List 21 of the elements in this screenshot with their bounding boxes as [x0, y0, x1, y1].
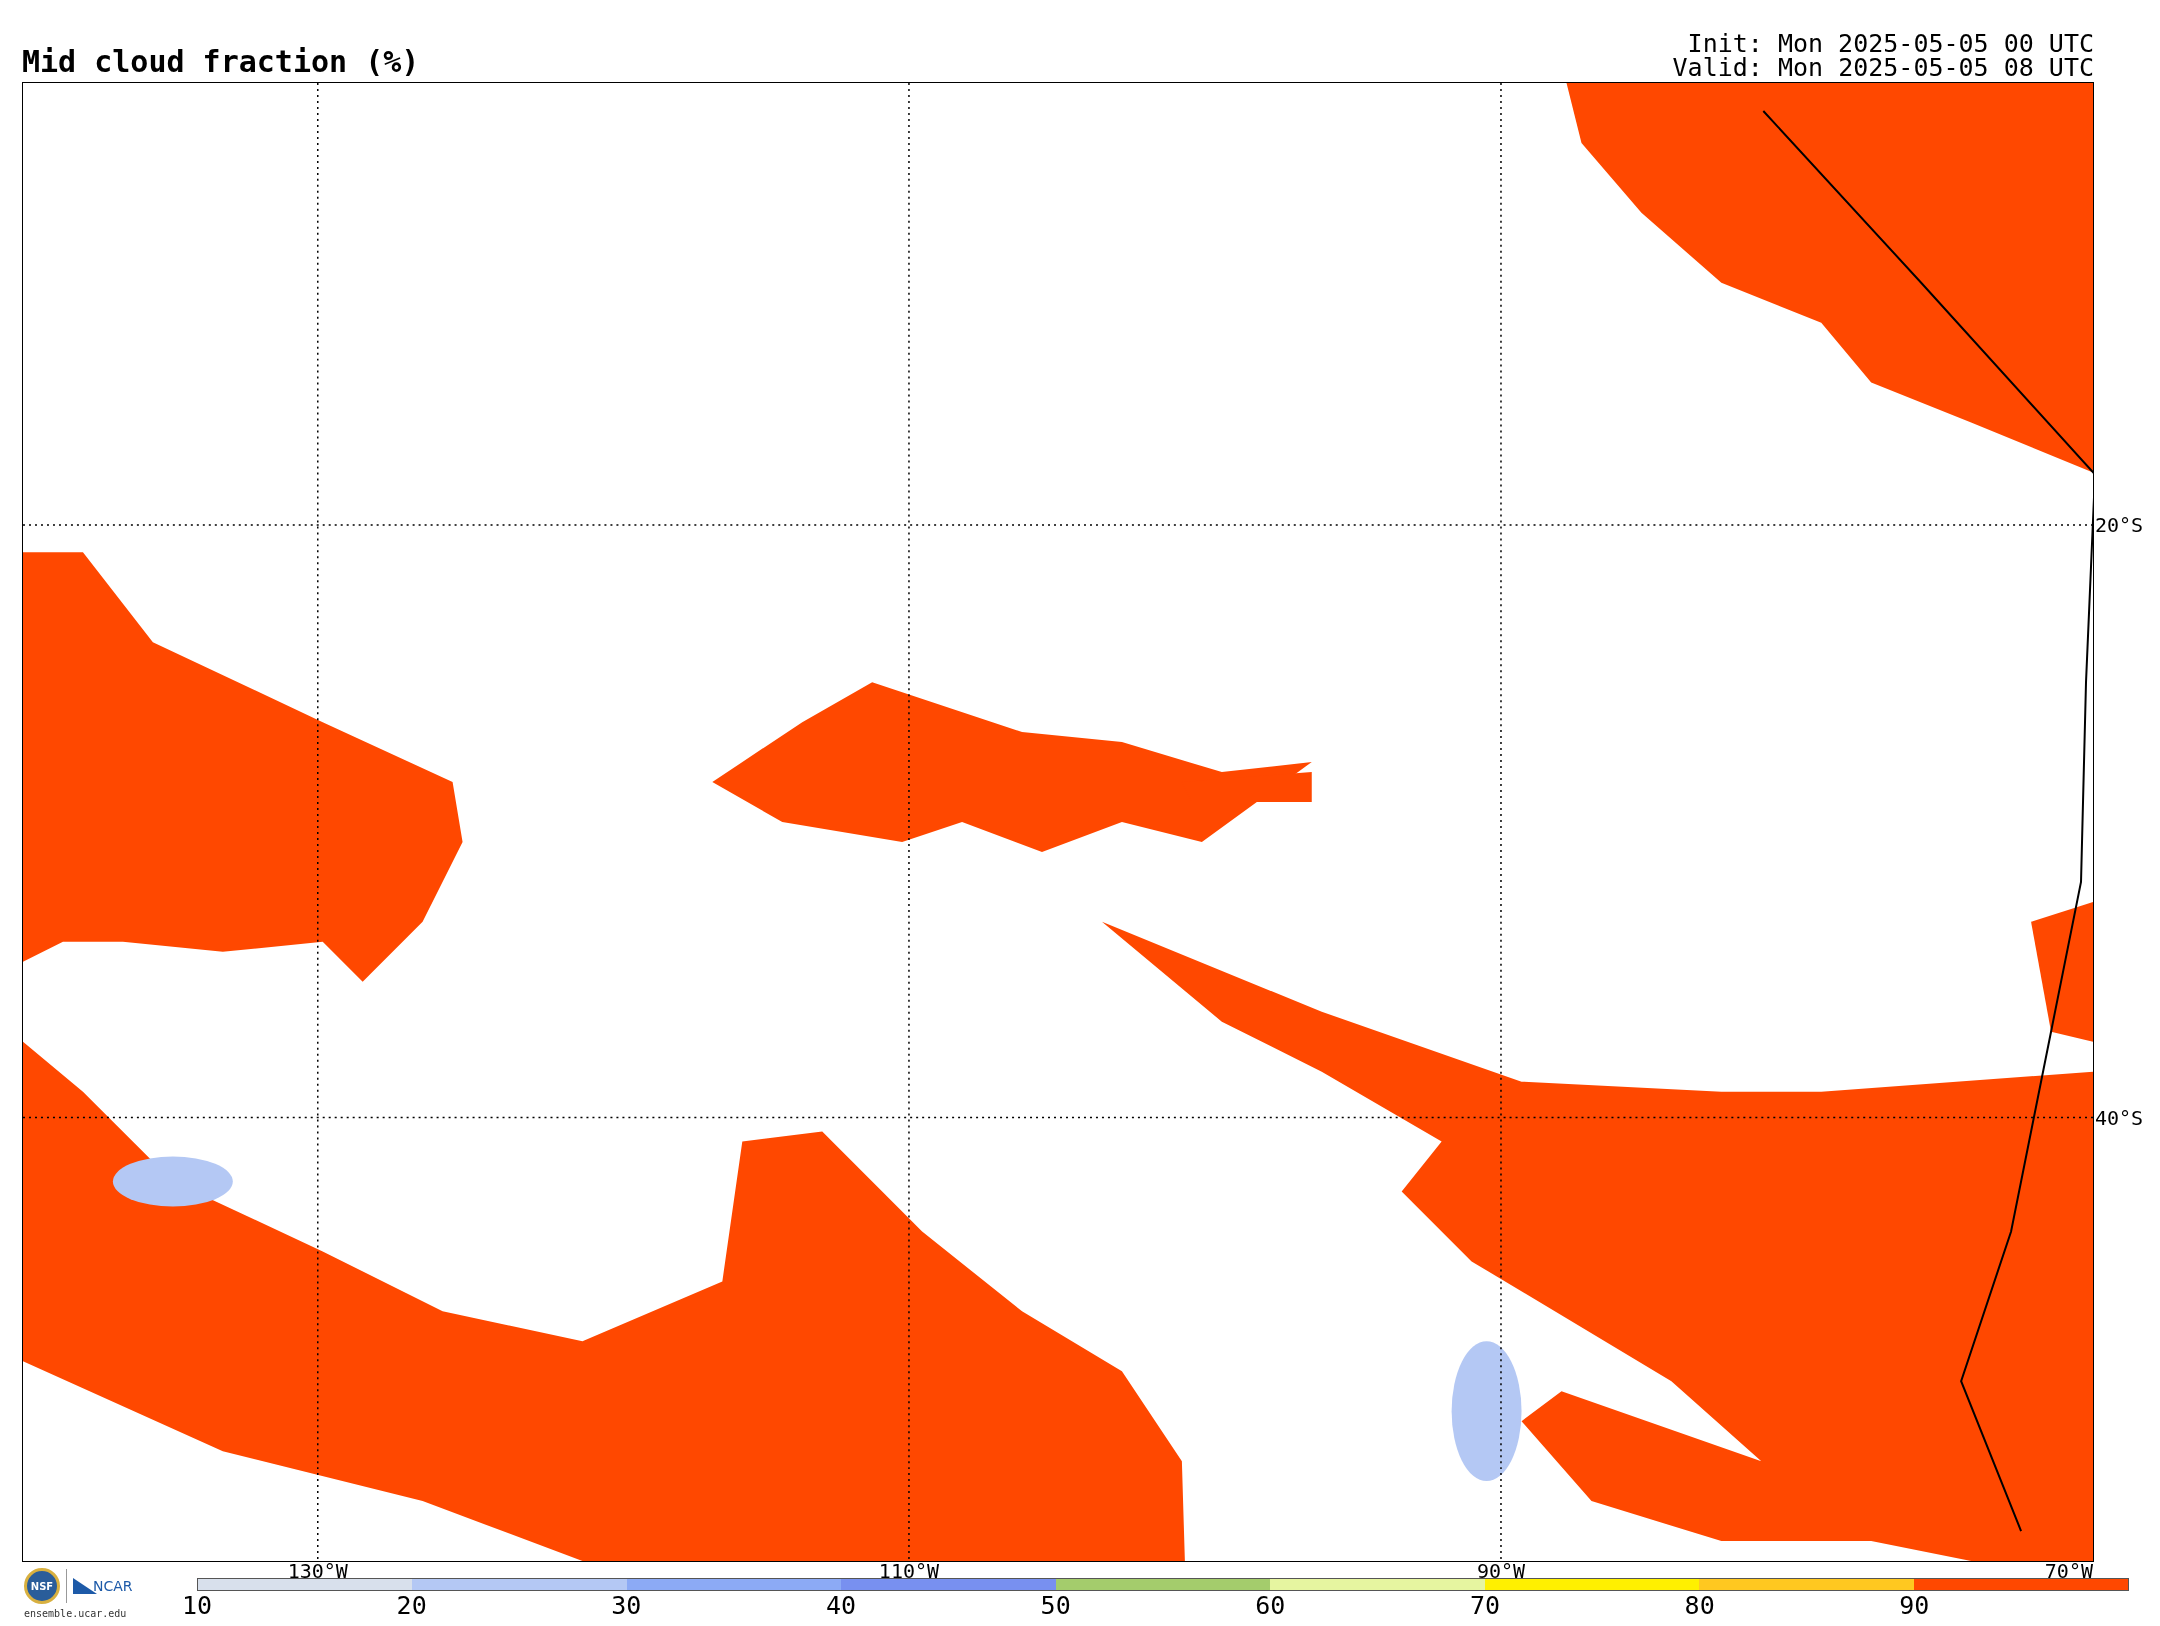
- longitude-label: 110°W: [878, 1561, 940, 1581]
- latitude-label: 20°S: [2094, 513, 2144, 536]
- site-address: ensemble.ucar.edu: [24, 1607, 128, 1621]
- colorbar-tick-label: 40: [825, 1591, 857, 1621]
- valid-time: Valid: Mon 2025-05-05 08 UTC: [1672, 56, 2094, 80]
- colorbar-tick-label: 10: [181, 1591, 213, 1621]
- colorbar-tick-label: 60: [1255, 1591, 1286, 1621]
- colorbar-tick-label: 80: [1684, 1591, 1715, 1621]
- longitude-label: 90°W: [1476, 1561, 1526, 1581]
- colorbar-tick-label: 70: [1469, 1591, 1501, 1621]
- longitude-label: 130°W: [287, 1561, 348, 1581]
- init-time: Init: Mon 2025-05-05 00 UTC: [1687, 32, 2094, 56]
- colorbar-tick-label: 30: [611, 1591, 642, 1621]
- colorbar-tick-label: 50: [1040, 1591, 1071, 1621]
- chart-title: Mid cloud fraction (%): [22, 44, 420, 81]
- colorbar-tick-label: 90: [1899, 1591, 1930, 1621]
- nsf-logo: NSF: [24, 1568, 60, 1604]
- colorbar-tick-label: 20: [396, 1591, 427, 1621]
- ncar-logo: NCAR: [73, 1575, 133, 1597]
- latitude-label: 40°S: [2094, 1106, 2144, 1129]
- longitude-label: 70°W: [2044, 1561, 2093, 1581]
